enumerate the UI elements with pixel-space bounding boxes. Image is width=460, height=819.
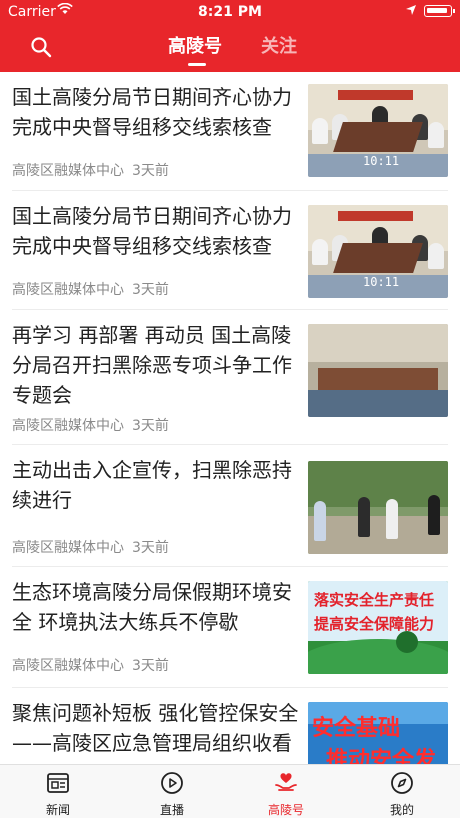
play-icon (161, 772, 183, 794)
news-meta: 高陵区融媒体中心 3天前 (12, 537, 169, 557)
news-title: 再学习 再部署 再动员 国土高陵分局召开扫黑除恶专项斗争工作专题会 (12, 323, 292, 407)
list-item[interactable]: 聚焦问题补短板 强化管控保安全——高陵区应急管理局组织收看 安全基础 推动安全发 (0, 688, 460, 764)
news-feed[interactable]: 国土高陵分局节日期间齐心协力完成中央督导组移交线索核查 高陵区融媒体中心 3天前 … (0, 72, 460, 764)
top-header: Carrier 8:21 PM 高陵号 关注 (0, 0, 460, 72)
tab-news[interactable]: 新闻 (18, 765, 98, 819)
header-tabs: 高陵号 关注 (0, 32, 460, 68)
tab-gaolinghao-bottom[interactable]: 高陵号 (246, 765, 326, 819)
location-arrow-icon (406, 5, 416, 15)
news-meta: 高陵区融媒体中心 3天前 (12, 279, 169, 299)
heart-hand-icon (275, 773, 297, 791)
news-source: 高陵区融媒体中心 (12, 282, 124, 298)
tab-news-label: 新闻 (45, 803, 70, 817)
list-item[interactable]: 国土高陵分局节日期间齐心协力完成中央督导组移交线索核查 高陵区融媒体中心 3天前 … (0, 191, 460, 309)
news-thumbnail: 落实安全生产责任 提高安全保障能力 (308, 581, 448, 674)
tab-follow[interactable]: 关注 (261, 32, 297, 58)
tab-live[interactable]: 直播 (132, 765, 212, 819)
news-meta: 高陵区融媒体中心 3天前 (12, 655, 169, 675)
news-time: 3天前 (132, 282, 169, 298)
news-icon (47, 773, 69, 793)
list-item[interactable]: 国土高陵分局节日期间齐心协力完成中央督导组移交线索核查 高陵区融媒体中心 3天前 … (0, 72, 460, 190)
news-meta: 高陵区融媒体中心 3天前 (12, 160, 169, 180)
news-title: 主动出击入企宣传，扫黑除恶持续进行 (12, 458, 292, 512)
news-thumbnail: 10:11 (308, 84, 448, 177)
news-thumbnail: 10:11 (308, 205, 448, 298)
thumbnail-timestamp: 10:11 (363, 275, 400, 289)
tab-mine[interactable]: 我的 (362, 765, 442, 819)
list-item[interactable]: 再学习 再部署 再动员 国土高陵分局召开扫黑除恶专项斗争工作专题会 高陵区融媒体… (0, 310, 460, 444)
tab-live-label: 直播 (159, 803, 184, 817)
news-title: 国土高陵分局节日期间齐心协力完成中央督导组移交线索核查 (12, 204, 292, 258)
tab-mine-label: 我的 (389, 803, 414, 817)
status-bar: Carrier 8:21 PM (0, 0, 460, 24)
news-source: 高陵区融媒体中心 (12, 658, 124, 674)
news-title: 生态环境高陵分局保假期环境安全 环境执法大练兵不停歇 (12, 580, 292, 634)
news-time: 3天前 (132, 163, 169, 179)
thumbnail-timestamp: 10:11 (363, 154, 400, 168)
news-time: 3天前 (132, 658, 169, 674)
news-thumbnail: 安全基础 推动安全发 (308, 702, 448, 764)
news-source: 高陵区融媒体中心 (12, 418, 124, 434)
tab-gaolinghao[interactable]: 高陵号 (168, 32, 222, 58)
news-thumbnail (308, 461, 448, 554)
thumbnail-slogan-line: 落实安全生产责任 (314, 591, 435, 609)
news-source: 高陵区融媒体中心 (12, 163, 124, 179)
clock: 8:21 PM (198, 4, 262, 20)
bottom-tab-bar: 新闻 直播 高陵号 我的 (0, 764, 460, 818)
news-title: 国土高陵分局节日期间齐心协力完成中央督导组移交线索核查 (12, 85, 292, 139)
news-source: 高陵区融媒体中心 (12, 540, 124, 556)
news-time: 3天前 (132, 540, 169, 556)
tab-gaolinghao-label: 高陵号 (267, 803, 304, 817)
news-title: 聚焦问题补短板 强化管控保安全——高陵区应急管理局组织收看 (12, 701, 299, 755)
list-item[interactable]: 生态环境高陵分局保假期环境安全 环境执法大练兵不停歇 高陵区融媒体中心 3天前 落… (0, 567, 460, 687)
list-item[interactable]: 主动出击入企宣传，扫黑除恶持续进行 高陵区融媒体中心 3天前 (0, 445, 460, 579)
thumbnail-slogan-line: 安全基础 (312, 716, 401, 741)
thumbnail-slogan-line: 推动安全发 (326, 748, 437, 764)
compass-icon (391, 772, 413, 794)
news-time: 3天前 (132, 418, 169, 434)
news-thumbnail (308, 324, 448, 417)
news-meta: 高陵区融媒体中心 3天前 (12, 415, 169, 435)
battery-icon (424, 5, 455, 17)
thumbnail-slogan-line: 提高安全保障能力 (314, 615, 435, 633)
active-tab-indicator (188, 63, 206, 66)
